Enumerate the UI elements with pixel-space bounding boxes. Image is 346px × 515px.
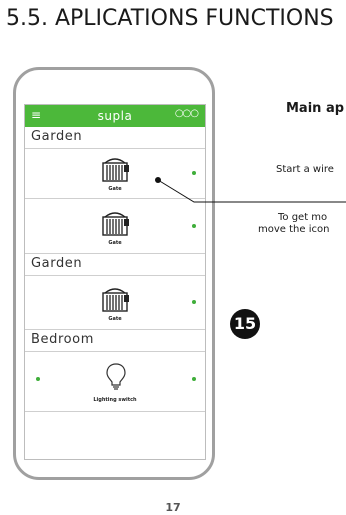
side-text-line: To get mo bbox=[278, 212, 328, 223]
side-title: Main ap bbox=[286, 101, 345, 116]
callout-pointer bbox=[155, 177, 346, 203]
side-text-line: move the icon bbox=[258, 224, 330, 235]
side-text-line: Start a wire bbox=[276, 164, 334, 175]
step-badge: 15 bbox=[230, 309, 260, 339]
page-number: 17 bbox=[165, 501, 181, 514]
